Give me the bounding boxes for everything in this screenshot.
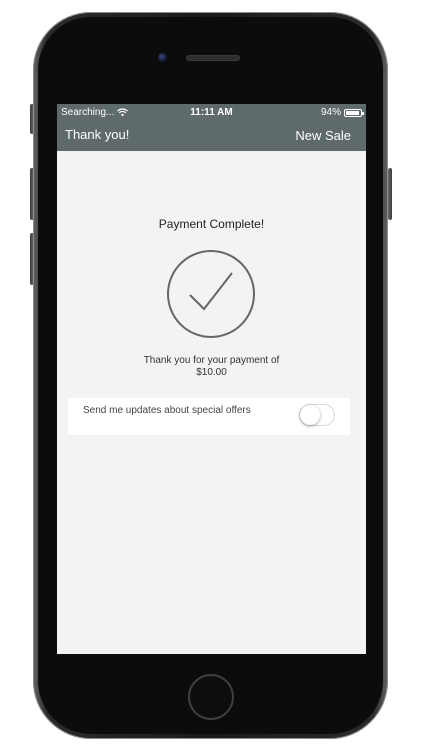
- nav-title: Thank you!: [65, 127, 130, 142]
- home-button[interactable]: [188, 674, 234, 720]
- payment-amount: $10.00: [196, 367, 227, 378]
- new-sale-button[interactable]: New Sale: [295, 128, 351, 143]
- toggle-knob: [300, 405, 320, 425]
- special-offers-row: Send me updates about special offers: [68, 398, 350, 435]
- special-offers-toggle[interactable]: [299, 404, 335, 426]
- battery-fill: [346, 110, 360, 115]
- payment-complete-heading: Payment Complete!: [158, 217, 265, 231]
- status-time: 11:11 AM: [190, 107, 233, 118]
- status-bar: Searching... 11:11 AM 94%: [57, 104, 366, 121]
- earpiece-speaker: [186, 55, 240, 61]
- nav-bar: Thank you! New Sale: [57, 121, 366, 151]
- checkmark-circle-icon: [167, 250, 255, 338]
- front-camera: [158, 53, 167, 62]
- main-content: Payment Complete! Thank you for your pay…: [57, 151, 366, 654]
- payment-message: Thank you for your payment of $10.00: [97, 355, 326, 379]
- battery-percent: 94%: [320, 107, 341, 118]
- status-right: 94%: [320, 107, 364, 118]
- device-frame: Searching... 11:11 AM 94% Thank you! New…: [0, 0, 422, 750]
- power-button: [388, 168, 392, 220]
- battery-tip: [362, 111, 364, 115]
- battery-icon: [344, 108, 364, 117]
- special-offers-label: Send me updates about special offers: [83, 405, 251, 416]
- payment-message-text: Thank you for your payment of: [143, 355, 280, 366]
- app-screen: Searching... 11:11 AM 94% Thank you! New…: [57, 104, 366, 654]
